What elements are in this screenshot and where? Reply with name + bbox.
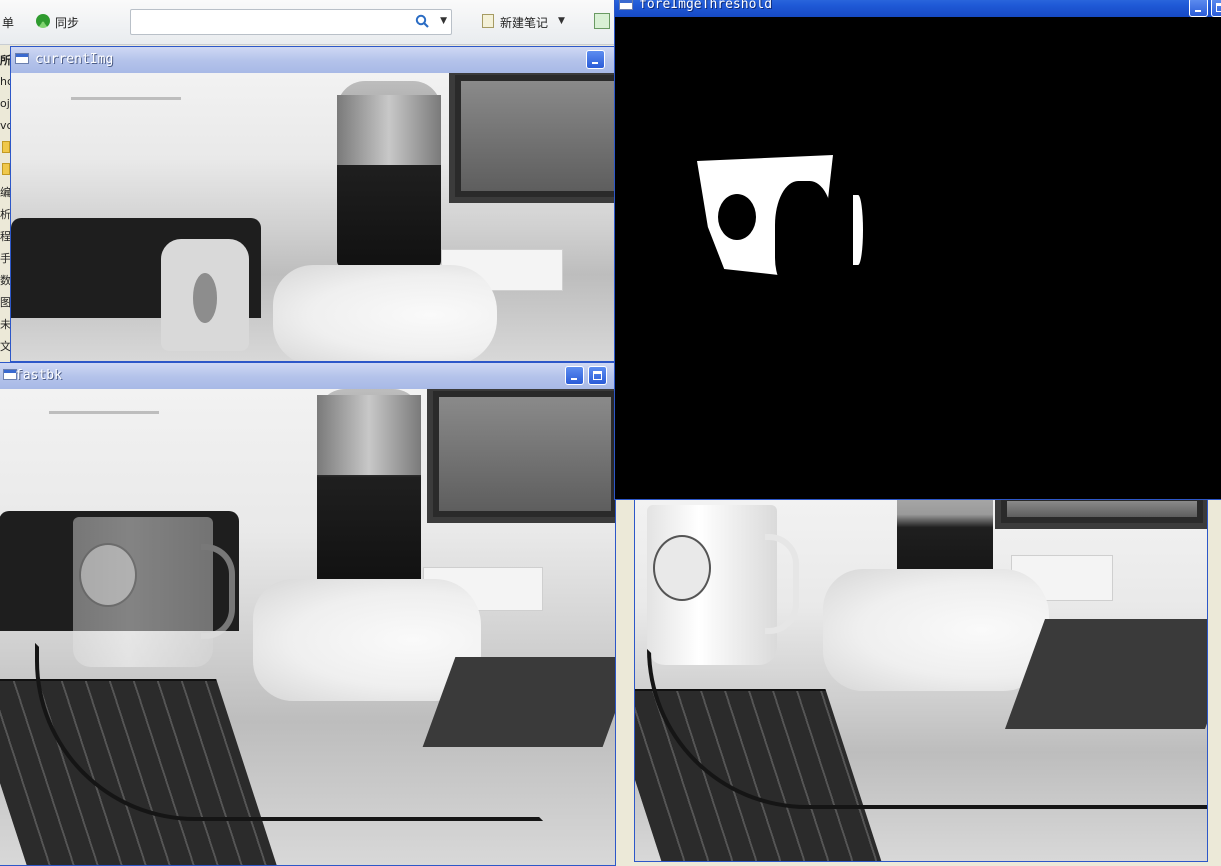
tissue-roll-shape [273, 265, 497, 361]
monitor-shape [427, 389, 615, 523]
sidebar-fragment: 程 [0, 230, 10, 243]
bottle-label-shape [337, 95, 441, 165]
window-foreimgethreshold[interactable]: foreImgeThreshold [614, 0, 1221, 500]
sidebar-fragment: 编 [0, 186, 10, 199]
minimize-button[interactable] [1189, 0, 1208, 17]
sidebar-fragment: 数 [0, 274, 10, 287]
window-fastbk[interactable]: fastbk [0, 362, 616, 866]
new-note-dropdown-icon[interactable]: ▼ [558, 16, 565, 26]
search-input[interactable] [135, 13, 409, 33]
maximize-button[interactable] [1211, 0, 1221, 17]
cable-shape [647, 649, 1207, 809]
window-icon [15, 53, 29, 64]
image-view [635, 499, 1207, 861]
sidebar-fragment: 未 [0, 318, 10, 331]
sidebar-fragment: hc [0, 75, 10, 88]
monitor-shape [995, 499, 1207, 529]
minimize-button[interactable] [565, 366, 584, 385]
minimize-button[interactable] [586, 50, 605, 69]
foreground-handle-blob [853, 195, 863, 265]
holder-shape [161, 239, 249, 351]
image-view [11, 73, 615, 361]
window-title: foreImgeThreshold [639, 0, 773, 12]
sidebar-fragment: 图 [0, 296, 10, 309]
sidebar-fragment: 析 [0, 208, 10, 221]
sidebar-fragment: 所 [0, 54, 10, 67]
search-dropdown-icon[interactable]: ▼ [440, 16, 447, 26]
window-icon [619, 0, 633, 10]
camera-frame [0, 389, 615, 865]
titlebar[interactable]: foreImgeThreshold [615, 0, 1221, 17]
new-note-icon[interactable] [482, 14, 494, 28]
titlebar[interactable]: fastbk [0, 363, 615, 389]
sync-icon[interactable] [36, 14, 50, 28]
sync-button[interactable]: 同步 [55, 14, 79, 31]
mug-face-shape [79, 543, 137, 607]
window-image-right[interactable] [634, 498, 1208, 862]
threshold-image [615, 17, 1221, 499]
wall-mark [49, 411, 159, 414]
foreground-face-blob [715, 191, 759, 243]
sidebar-fragment: oj [0, 97, 10, 110]
sidebar-fragment: vc [0, 119, 10, 132]
sidebar-fragment: 文 [0, 340, 10, 353]
image-view [0, 389, 615, 865]
folder-icon[interactable] [2, 163, 10, 175]
threshold-view [615, 17, 1221, 499]
search-box[interactable]: ▼ [130, 9, 452, 35]
folder-icon[interactable] [2, 141, 10, 153]
wall-mark [71, 97, 181, 100]
search-icon[interactable] [415, 14, 429, 28]
sidebar-fragment: 手 [0, 252, 10, 265]
mug-face-shape [653, 535, 711, 601]
camera-frame [635, 499, 1207, 861]
window-title: currentImg [35, 52, 114, 67]
foreground-shadow-blob [775, 181, 833, 291]
camera-frame [11, 73, 615, 361]
window-title: fastbk [15, 368, 62, 383]
menu-label[interactable]: 单 [2, 14, 14, 31]
monitor-shape [449, 73, 615, 203]
bottle-label-shape [317, 395, 421, 475]
cable-shape [35, 643, 543, 821]
titlebar[interactable]: currentImg [11, 47, 615, 73]
new-note-button[interactable]: 新建笔记 [500, 14, 548, 31]
toolbar-tool-icon[interactable] [594, 13, 610, 29]
maximize-button[interactable] [588, 366, 607, 385]
window-currentimg[interactable]: currentImg [10, 46, 616, 362]
